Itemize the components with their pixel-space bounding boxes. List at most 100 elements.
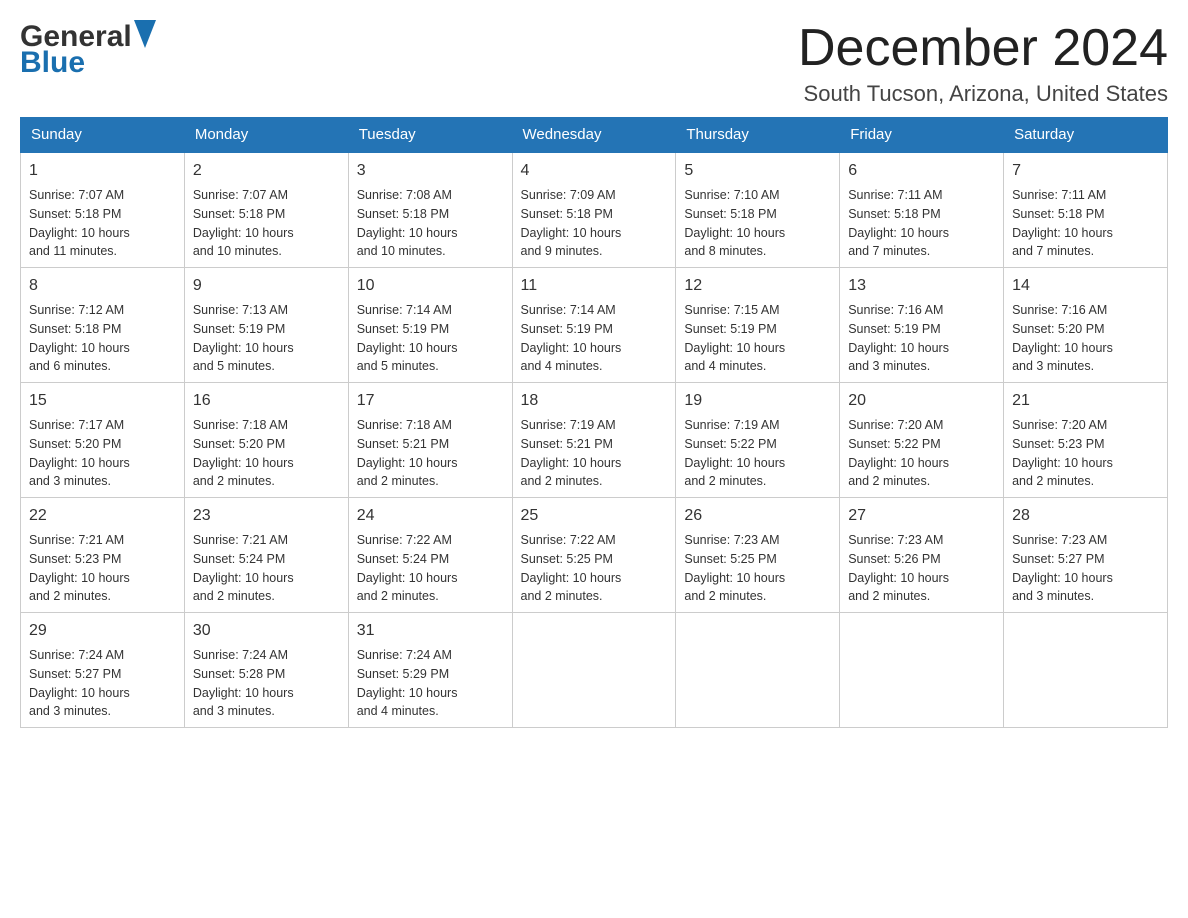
- calendar-cell: 31Sunrise: 7:24 AMSunset: 5:29 PMDayligh…: [348, 613, 512, 728]
- day-info: Sunrise: 7:21 AMSunset: 5:23 PMDaylight:…: [29, 531, 176, 606]
- day-number: 3: [357, 159, 504, 183]
- calendar-cell: 26 Sunrise: 7:23 AMSunset: 5:25 PMDayligh…: [676, 498, 840, 613]
- day-info: Sunrise: 7:14 AMSunset: 5:19 PMDaylight:…: [521, 301, 668, 376]
- col-thursday: Thursday: [676, 118, 840, 153]
- day-number: 25: [521, 504, 668, 528]
- calendar-cell: 27 Sunrise: 7:23 AMSunset: 5:26 PMDayligh…: [840, 498, 1004, 613]
- day-info: Sunrise: 7:11 AMSunset: 5:18 PMDaylight:…: [1012, 186, 1159, 261]
- calendar-week-row: 22 Sunrise: 7:21 AMSunset: 5:23 PMDayligh…: [21, 498, 1168, 613]
- calendar-cell: 23 Sunrise: 7:21 AMSunset: 5:24 PMDayligh…: [184, 498, 348, 613]
- col-wednesday: Wednesday: [512, 118, 676, 153]
- col-monday: Monday: [184, 118, 348, 153]
- calendar-cell: [1004, 613, 1168, 728]
- day-number: 22: [29, 504, 176, 528]
- day-info: Sunrise: 7:09 AMSunset: 5:18 PMDaylight:…: [521, 186, 668, 261]
- calendar-cell: 8Sunrise: 7:12 AMSunset: 5:18 PMDaylight…: [21, 268, 185, 383]
- day-number: 21: [1012, 389, 1159, 413]
- calendar-cell: 15 Sunrise: 7:17 AMSunset: 5:20 PMDayligh…: [21, 383, 185, 498]
- calendar-cell: 24Sunrise: 7:22 AMSunset: 5:24 PMDayligh…: [348, 498, 512, 613]
- day-info: Sunrise: 7:10 AMSunset: 5:18 PMDaylight:…: [684, 186, 831, 261]
- calendar-cell: 4 Sunrise: 7:09 AMSunset: 5:18 PMDaylight…: [512, 152, 676, 268]
- calendar-cell: 16 Sunrise: 7:18 AMSunset: 5:20 PMDayligh…: [184, 383, 348, 498]
- calendar-cell: 14 Sunrise: 7:16 AMSunset: 5:20 PMDayligh…: [1004, 268, 1168, 383]
- calendar-cell: 19 Sunrise: 7:19 AMSunset: 5:22 PMDayligh…: [676, 383, 840, 498]
- day-number: 28: [1012, 504, 1159, 528]
- calendar-cell: 13 Sunrise: 7:16 AMSunset: 5:19 PMDayligh…: [840, 268, 1004, 383]
- day-number: 5: [684, 159, 831, 183]
- day-number: 27: [848, 504, 995, 528]
- day-info: Sunrise: 7:16 AMSunset: 5:20 PMDaylight:…: [1012, 301, 1159, 376]
- day-number: 14: [1012, 274, 1159, 298]
- calendar-cell: 28Sunrise: 7:23 AMSunset: 5:27 PMDayligh…: [1004, 498, 1168, 613]
- day-number: 12: [684, 274, 831, 298]
- day-info: Sunrise: 7:15 AMSunset: 5:19 PMDaylight:…: [684, 301, 831, 376]
- calendar-cell: 5 Sunrise: 7:10 AMSunset: 5:18 PMDaylight…: [676, 152, 840, 268]
- day-info: Sunrise: 7:19 AMSunset: 5:22 PMDaylight:…: [684, 416, 831, 491]
- day-info: Sunrise: 7:13 AMSunset: 5:19 PMDaylight:…: [193, 301, 340, 376]
- calendar-cell: 25 Sunrise: 7:22 AMSunset: 5:25 PMDayligh…: [512, 498, 676, 613]
- col-saturday: Saturday: [1004, 118, 1168, 153]
- day-number: 29: [29, 619, 176, 643]
- calendar-cell: 2 Sunrise: 7:07 AMSunset: 5:18 PMDaylight…: [184, 152, 348, 268]
- col-sunday: Sunday: [21, 118, 185, 153]
- col-friday: Friday: [840, 118, 1004, 153]
- logo-blue: Blue: [20, 46, 85, 80]
- day-info: Sunrise: 7:11 AMSunset: 5:18 PMDaylight:…: [848, 186, 995, 261]
- day-number: 30: [193, 619, 340, 643]
- logo-arrow-icon: [134, 20, 156, 48]
- calendar-cell: 30 Sunrise: 7:24 AMSunset: 5:28 PMDayligh…: [184, 613, 348, 728]
- day-number: 18: [521, 389, 668, 413]
- page-header: General Blue December 2024 South Tucson,…: [20, 20, 1168, 107]
- day-info: Sunrise: 7:18 AMSunset: 5:21 PMDaylight:…: [357, 416, 504, 491]
- day-info: Sunrise: 7:22 AMSunset: 5:25 PMDaylight:…: [521, 531, 668, 606]
- calendar-cell: 18Sunrise: 7:19 AMSunset: 5:21 PMDayligh…: [512, 383, 676, 498]
- location-title: South Tucson, Arizona, United States: [798, 81, 1168, 107]
- day-number: 7: [1012, 159, 1159, 183]
- day-info: Sunrise: 7:18 AMSunset: 5:20 PMDaylight:…: [193, 416, 340, 491]
- day-number: 26: [684, 504, 831, 528]
- day-number: 31: [357, 619, 504, 643]
- calendar-week-row: 8Sunrise: 7:12 AMSunset: 5:18 PMDaylight…: [21, 268, 1168, 383]
- calendar-cell: 21 Sunrise: 7:20 AMSunset: 5:23 PMDayligh…: [1004, 383, 1168, 498]
- calendar-cell: 11 Sunrise: 7:14 AMSunset: 5:19 PMDayligh…: [512, 268, 676, 383]
- calendar-cell: 20 Sunrise: 7:20 AMSunset: 5:22 PMDayligh…: [840, 383, 1004, 498]
- day-info: Sunrise: 7:07 AMSunset: 5:18 PMDaylight:…: [29, 186, 176, 261]
- day-info: Sunrise: 7:21 AMSunset: 5:24 PMDaylight:…: [193, 531, 340, 606]
- calendar-cell: [676, 613, 840, 728]
- day-number: 4: [521, 159, 668, 183]
- day-info: Sunrise: 7:08 AMSunset: 5:18 PMDaylight:…: [357, 186, 504, 261]
- day-info: Sunrise: 7:23 AMSunset: 5:25 PMDaylight:…: [684, 531, 831, 606]
- day-number: 20: [848, 389, 995, 413]
- logo: General Blue: [20, 20, 158, 80]
- col-tuesday: Tuesday: [348, 118, 512, 153]
- day-info: Sunrise: 7:23 AMSunset: 5:26 PMDaylight:…: [848, 531, 995, 606]
- day-info: Sunrise: 7:17 AMSunset: 5:20 PMDaylight:…: [29, 416, 176, 491]
- calendar-cell: 7 Sunrise: 7:11 AMSunset: 5:18 PMDaylight…: [1004, 152, 1168, 268]
- day-number: 13: [848, 274, 995, 298]
- day-info: Sunrise: 7:20 AMSunset: 5:23 PMDaylight:…: [1012, 416, 1159, 491]
- calendar-cell: 6Sunrise: 7:11 AMSunset: 5:18 PMDaylight…: [840, 152, 1004, 268]
- day-number: 2: [193, 159, 340, 183]
- day-number: 23: [193, 504, 340, 528]
- day-number: 9: [193, 274, 340, 298]
- day-info: Sunrise: 7:16 AMSunset: 5:19 PMDaylight:…: [848, 301, 995, 376]
- day-number: 15: [29, 389, 176, 413]
- day-number: 11: [521, 274, 668, 298]
- day-info: Sunrise: 7:22 AMSunset: 5:24 PMDaylight:…: [357, 531, 504, 606]
- calendar-cell: 10Sunrise: 7:14 AMSunset: 5:19 PMDayligh…: [348, 268, 512, 383]
- calendar-week-row: 15 Sunrise: 7:17 AMSunset: 5:20 PMDayligh…: [21, 383, 1168, 498]
- day-info: Sunrise: 7:24 AMSunset: 5:28 PMDaylight:…: [193, 646, 340, 721]
- calendar-cell: 1 Sunrise: 7:07 AMSunset: 5:18 PMDaylight…: [21, 152, 185, 268]
- day-number: 17: [357, 389, 504, 413]
- day-number: 16: [193, 389, 340, 413]
- day-number: 1: [29, 159, 176, 183]
- day-info: Sunrise: 7:07 AMSunset: 5:18 PMDaylight:…: [193, 186, 340, 261]
- calendar-cell: 22 Sunrise: 7:21 AMSunset: 5:23 PMDayligh…: [21, 498, 185, 613]
- calendar-week-row: 29Sunrise: 7:24 AMSunset: 5:27 PMDayligh…: [21, 613, 1168, 728]
- day-number: 19: [684, 389, 831, 413]
- day-info: Sunrise: 7:20 AMSunset: 5:22 PMDaylight:…: [848, 416, 995, 491]
- calendar-cell: 3 Sunrise: 7:08 AMSunset: 5:18 PMDaylight…: [348, 152, 512, 268]
- header-row: Sunday Monday Tuesday Wednesday Thursday…: [21, 118, 1168, 153]
- day-number: 10: [357, 274, 504, 298]
- calendar-cell: [512, 613, 676, 728]
